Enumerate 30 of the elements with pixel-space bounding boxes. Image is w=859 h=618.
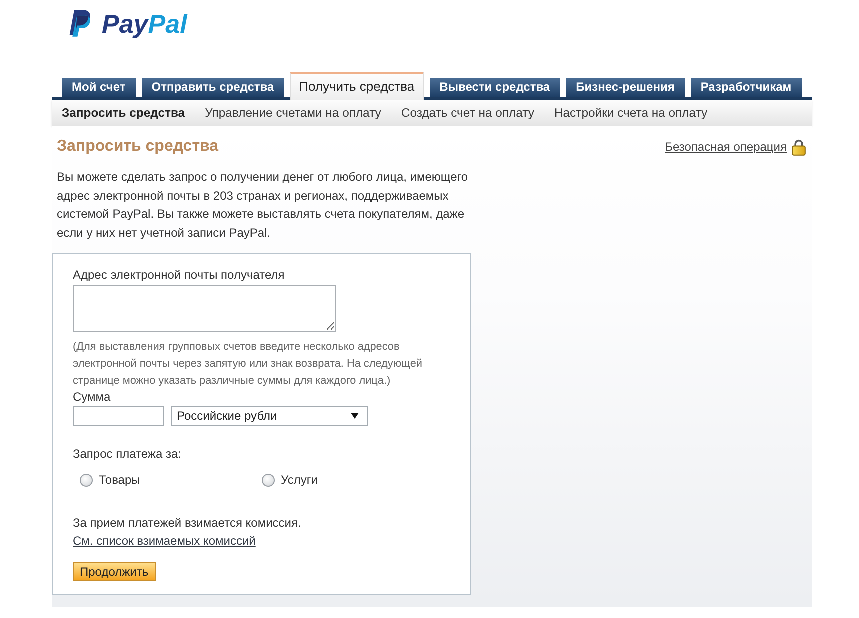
nav-tab[interactable]: Мой счет [62,78,136,97]
currency-dropdown[interactable]: Российские рубли [171,406,368,426]
fee-list-link[interactable]: См. список взимаемых комиссий [73,534,256,548]
logo-icon [68,8,92,38]
subnav-link[interactable]: Настройки счета на оплату [554,106,708,120]
subnav-link[interactable]: Создать счет на оплату [401,106,534,120]
fee-note: За прием платежей взимается комиссия. См. список взимаемых комиссий [73,515,302,550]
nav-tab[interactable]: Отправить средства [142,78,284,97]
nav-tab[interactable]: Разработчикам [690,78,802,97]
radio-button[interactable] [80,474,93,487]
radio-label[interactable]: Товары [99,473,140,488]
radio-button[interactable] [262,474,275,487]
lock-icon [792,138,806,156]
field-label: Сумма [73,390,112,404]
recipient-email-field[interactable] [73,285,336,332]
hint-text: (Для выставления групповых счетов введите несколько адресов электронной почты через запятую или знак возврата. На следующей странице можно указать различные суммы для каждого лица.) [73,340,424,389]
subnav-link[interactable]: Управление счетами на оплату [205,106,382,120]
nav-tab[interactable]: Бизнес-решения [566,78,685,97]
amount-field[interactable] [73,406,164,426]
intro-text: Вы можете сделать запрос о получении денег от любого лица, имеющего адрес электронной почты в 203 странах и регионах, поддерживаемых системой PayPal. Вы также можете выставлять счета покупателям, даже если у них нет учетной записи PayPal. [57,169,470,242]
field-label: Адрес электронной почты получателя [73,268,286,283]
secure-operation-link[interactable]: Безопасная операция [665,140,787,154]
caret-icon [351,413,359,419]
radio-label[interactable]: Услуги [281,473,318,488]
page-title: Запросить средства [57,137,219,157]
continue-button[interactable]: Продолжить [73,562,156,581]
nav-tab[interactable]: Вывести средства [430,78,560,97]
subnav-link[interactable]: Запросить средства [62,106,186,120]
field-label: Запрос платежа за: [73,447,182,462]
nav-tab[interactable]: Получить средства [290,72,424,100]
